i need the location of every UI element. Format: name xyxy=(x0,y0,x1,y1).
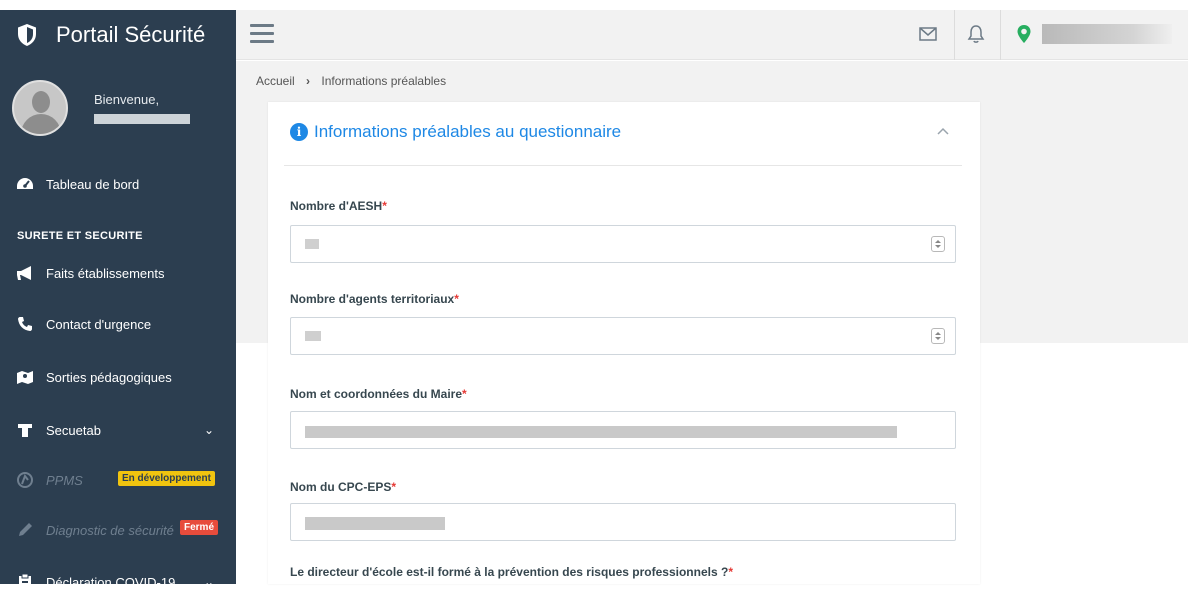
cpc-input[interactable] xyxy=(290,503,956,541)
field-label-agents: Nombre d'agents territoriaux* xyxy=(290,292,459,306)
divider xyxy=(284,165,962,166)
info-icon: i xyxy=(290,123,308,141)
breadcrumb: Accueil › Informations préalables xyxy=(256,74,446,88)
sidebar-item-ppms: PPMS En développement xyxy=(0,464,236,496)
sidebar-item-label: Déclaration COVID-19 xyxy=(46,574,176,590)
sidebar-item-sorties[interactable]: Sorties pédagogiques xyxy=(0,361,236,393)
redacted-value xyxy=(305,426,897,438)
field-label-directeur: Le directeur d'école est-il formé à la p… xyxy=(290,565,733,579)
sidebar-item-label: Diagnostic de sécurité xyxy=(46,522,174,538)
number-spinner[interactable] xyxy=(931,328,945,344)
top-strip xyxy=(0,0,1188,10)
pied-piper-icon xyxy=(16,471,34,489)
map-marker-icon[interactable] xyxy=(1014,24,1034,44)
chevron-down-icon: ⌄ xyxy=(203,423,214,437)
sidebar-item-label: Sorties pédagogiques xyxy=(46,369,172,385)
menu-icon[interactable] xyxy=(250,24,274,43)
sidebar-item-label: Secuetab xyxy=(46,422,101,438)
status-badge: En développement xyxy=(118,471,215,486)
divider xyxy=(954,10,955,60)
map-icon xyxy=(16,368,34,386)
status-badge: Fermé xyxy=(180,520,219,535)
sidebar-item-label: Contact d'urgence xyxy=(46,316,152,332)
chevron-up-icon[interactable] xyxy=(936,124,950,138)
envelope-icon[interactable] xyxy=(918,24,938,44)
sidebar-item-contact[interactable]: Contact d'urgence xyxy=(0,308,236,340)
avatar[interactable] xyxy=(12,80,68,136)
shirt-icon xyxy=(16,421,34,439)
shield-icon xyxy=(18,24,36,46)
sidebar: Portail Sécurité Bienvenue, Tableau de b… xyxy=(0,10,236,590)
sidebar-item-covid[interactable]: Déclaration COVID-19 ⌄ xyxy=(0,566,236,598)
brand[interactable]: Portail Sécurité xyxy=(0,10,236,60)
card-title: i Informations préalables au questionnai… xyxy=(290,122,621,142)
welcome-text: Bienvenue, xyxy=(94,92,160,107)
breadcrumb-separator: › xyxy=(306,74,311,88)
number-spinner[interactable] xyxy=(931,236,945,252)
divider xyxy=(1000,10,1001,60)
agents-number-input[interactable] xyxy=(290,317,956,355)
sidebar-item-label: Faits établissements xyxy=(46,265,165,281)
breadcrumb-home[interactable]: Accueil xyxy=(256,74,295,88)
clipboard-icon xyxy=(16,573,34,591)
maire-input[interactable] xyxy=(290,411,956,449)
pencil-icon xyxy=(16,521,34,539)
user-panel: Bienvenue, xyxy=(0,60,236,160)
breadcrumb-current: Informations préalables xyxy=(321,74,447,88)
redacted-value xyxy=(305,331,321,341)
sidebar-item-faits[interactable]: Faits établissements xyxy=(0,257,236,289)
field-label-aesh: Nombre d'AESH* xyxy=(290,199,387,213)
top-bar xyxy=(236,10,1188,60)
card-title-text: Informations préalables au questionnaire xyxy=(314,122,622,141)
redacted-value xyxy=(305,517,445,530)
sidebar-item-label: Tableau de bord xyxy=(46,176,140,192)
bell-icon[interactable] xyxy=(966,24,986,44)
phone-icon xyxy=(16,315,34,333)
chevron-down-icon: ⌄ xyxy=(203,575,214,589)
section-title: SURETE ET SECURITE xyxy=(17,230,143,242)
tachometer-icon xyxy=(16,175,34,193)
field-label-maire: Nom et coordonnées du Maire* xyxy=(290,387,467,401)
sidebar-item-secuetab[interactable]: Secuetab ⌄ xyxy=(0,414,236,446)
sidebar-item-label: PPMS xyxy=(46,472,83,488)
megaphone-icon xyxy=(16,264,34,282)
aesh-number-input[interactable] xyxy=(290,225,956,263)
sidebar-item-diagnostic: Diagnostic de sécurité Fermé xyxy=(0,514,236,546)
app-title: Portail Sécurité xyxy=(56,22,206,47)
field-label-cpc: Nom du CPC-EPS* xyxy=(290,480,397,494)
sidebar-item-dashboard[interactable]: Tableau de bord xyxy=(0,168,236,200)
form-card: i Informations préalables au questionnai… xyxy=(268,102,980,584)
redacted-value xyxy=(305,239,319,249)
user-location-redacted[interactable] xyxy=(1042,24,1172,44)
user-name-redacted xyxy=(94,114,190,124)
